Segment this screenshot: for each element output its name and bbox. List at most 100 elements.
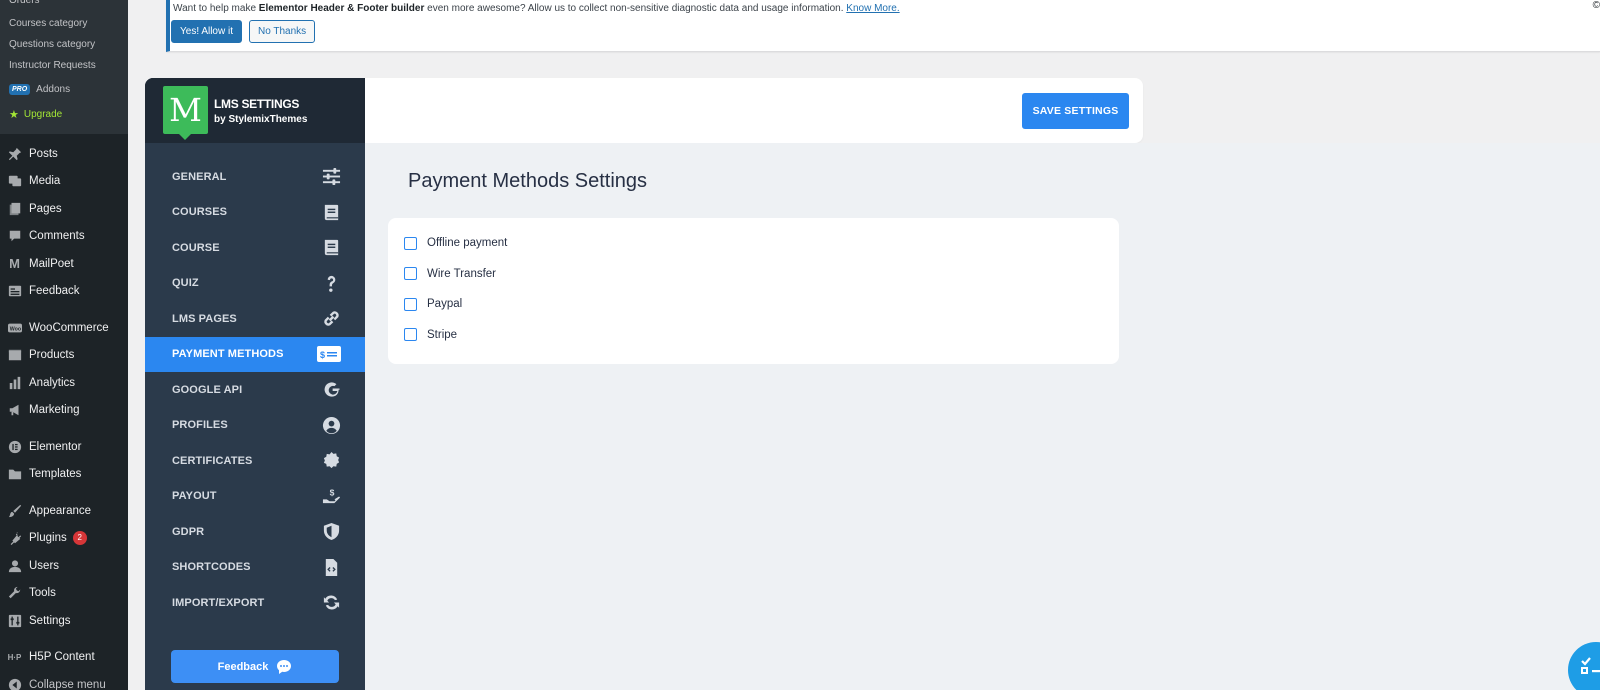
tab-label: LMS PAGES [172,312,237,325]
paypal-checkbox[interactable] [404,297,417,311]
menu-separator [0,305,128,314]
lms-tab-shortcodes[interactable]: SHORTCODES [145,550,365,586]
menu-group-h5p: H·P H5P Content Collapse menu [0,644,128,690]
settings-icon [7,613,22,628]
menu-item-plugins[interactable]: Plugins 2 [0,525,128,553]
lms-tab-profiles[interactable]: PROFILES [145,408,365,444]
menu-item-appearance[interactable]: Appearance [0,497,128,525]
tools-icon [7,586,22,601]
method-label: Stripe [427,328,458,341]
menu-item-feedback[interactable]: Feedback [0,278,128,306]
tab-label: COURSE [172,241,220,254]
menu-group-content: Posts Media Pages Comments M MailPoet Fe… [0,134,128,305]
tab-label: GDPR [172,525,205,538]
tab-label: PAYMENT METHODS [172,348,284,361]
offline-payment-checkbox[interactable] [404,236,417,250]
menu-item-h5p-content[interactable]: H·P H5P Content [0,644,128,672]
menu-item-comments[interactable]: Comments [0,223,128,251]
lms-tab-courses[interactable]: COURSES [145,195,365,231]
lms-tab-general[interactable]: GENERAL [145,159,365,195]
menu-label: Media [29,175,61,188]
lms-tab-course[interactable]: COURSE [145,230,365,266]
tab-label: GOOGLE API [172,383,243,396]
menu-item-templates[interactable]: Templates [0,461,128,489]
lms-settings-nav: M LMS SETTINGS by StylemixThemes GENERAL… [145,78,365,690]
collapse-menu-button[interactable]: Collapse menu [0,671,128,690]
submenu-item-questions-category[interactable]: Questions category [0,34,128,55]
menu-group-commerce: Woo WooCommerce Products Analytics Marke… [0,314,128,424]
lms-feedback-button[interactable]: Feedback [171,650,339,683]
know-more-link[interactable]: Know More. [846,3,899,14]
notice-text: even more awesome? Allow us to collect n… [424,3,847,14]
products-icon [7,348,22,363]
menu-label: Feedback [29,285,80,298]
wire-transfer-checkbox[interactable] [404,267,417,281]
analytics-icon [7,375,22,390]
stripe-checkbox[interactable] [404,328,417,342]
menu-item-media[interactable]: Media [0,168,128,196]
menu-item-elementor[interactable]: Elementor [0,433,128,461]
menu-item-products[interactable]: Products [0,342,128,370]
book-icon [321,238,341,258]
lms-brand: M LMS SETTINGS by StylemixThemes [145,78,365,143]
payment-method-stripe[interactable]: Stripe [388,320,1119,351]
menu-separator [0,424,128,433]
allow-tracking-button[interactable]: Yes! Allow it [171,20,242,43]
lms-tab-quiz[interactable]: QUIZ [145,266,365,302]
star-icon: ★ [9,108,19,121]
svg-text:$: $ [320,350,325,360]
sliders-icon [321,167,341,187]
link-icon [321,309,341,329]
tab-label: GENERAL [172,170,227,183]
payment-method-wire-transfer[interactable]: Wire Transfer [388,259,1119,290]
lms-tab-google-api[interactable]: GOOGLE API [145,372,365,408]
media-icon [7,174,22,189]
payment-method-offline[interactable]: Offline payment [388,228,1119,259]
feedback-label: Feedback [217,660,269,673]
logo-letter: M [169,90,202,129]
menu-label: Products [29,349,75,362]
menu-item-analytics[interactable]: Analytics [0,369,128,397]
pages-icon [7,201,22,216]
save-settings-button[interactable]: SAVE SETTINGS [1022,93,1129,129]
certificate-icon [321,451,341,471]
menu-item-tools[interactable]: Tools [0,580,128,608]
no-thanks-button[interactable]: No Thanks [249,20,316,43]
menu-group-system: Appearance Plugins 2 Users Tools Setting… [0,497,128,635]
menu-label: Users [29,559,60,572]
menu-item-settings[interactable]: Settings [0,607,128,635]
lms-tab-payment-methods[interactable]: PAYMENT METHODS $ [145,336,365,372]
chat-bubble-icon [277,659,292,674]
method-label: Offline payment [427,237,508,250]
payment-method-paypal[interactable]: Paypal [388,289,1119,320]
page-title: Payment Methods Settings [408,170,648,192]
menu-item-posts[interactable]: Posts [0,140,128,168]
lms-settings-content: Payment Methods Settings Offline payment… [365,143,1600,690]
menu-label: MailPoet [29,257,74,270]
menu-item-woocommerce[interactable]: Woo WooCommerce [0,314,128,342]
book-icon [321,202,341,222]
menu-item-users[interactable]: Users [0,552,128,580]
lms-tab-payout[interactable]: PAYOUT $ [145,479,365,515]
menu-item-mailpoet[interactable]: M MailPoet [0,250,128,278]
menu-item-pages[interactable]: Pages [0,195,128,223]
tab-label: SHORTCODES [172,561,251,574]
sync-icon [321,593,341,613]
submenu-item-addons[interactable]: PRO Addons [0,76,128,103]
lms-tab-gdpr[interactable]: GDPR [145,514,365,550]
lms-top-bar: SAVE SETTINGS [365,78,1143,143]
brand-title: LMS SETTINGS by StylemixThemes [214,97,307,125]
elementor-icon [7,439,22,454]
wp-admin-sidebar: Orders Courses category Questions catego… [0,0,128,690]
lms-tab-certificates[interactable]: CERTIFICATES [145,443,365,479]
tab-label: COURSES [172,206,228,219]
menu-item-marketing[interactable]: Marketing [0,397,128,425]
notice-message: Want to help make Elementor Header & Foo… [173,3,900,14]
submenu-item-upgrade[interactable]: ★ Upgrade [0,103,128,125]
submenu-item-instructor-requests[interactable]: Instructor Requests [0,55,128,76]
lms-tab-lms-pages[interactable]: LMS PAGES [145,301,365,337]
lms-tab-import-export[interactable]: IMPORT/EXPORT [145,585,365,621]
submenu-item-courses-category[interactable]: Courses category [0,13,128,34]
submenu-item-orders[interactable]: Orders [0,0,128,13]
pin-icon [7,146,22,161]
